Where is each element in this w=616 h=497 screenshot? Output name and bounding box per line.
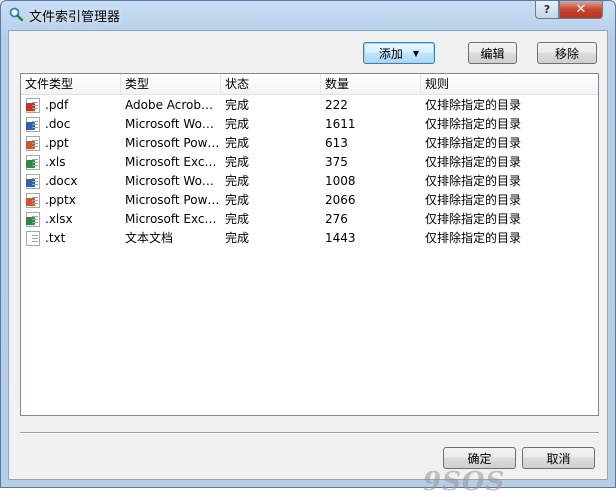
divider (20, 432, 599, 434)
cell-status: 完成 (225, 98, 250, 112)
title-bar[interactable]: 文件索引管理器 ? ✕ (1, 1, 615, 27)
cell-count: 1443 (325, 231, 356, 245)
cell-rule: 仅排除指定的目录 (425, 136, 522, 150)
add-button-label: 添加 (378, 46, 403, 61)
table-row[interactable]: .pdf Adobe Acrob… 完成 222 仅排除指定的目录 (21, 96, 598, 115)
cell-type: Microsoft Wo… (125, 117, 214, 131)
table-row[interactable]: .xlsx Microsoft Exc… 完成 276 仅排除指定的目录 (21, 210, 598, 229)
cell-type: Microsoft Exc… (125, 212, 217, 226)
column-header-count[interactable]: 数量 (321, 74, 421, 95)
help-icon: ? (543, 3, 551, 16)
cell-file-type: .ppt (45, 136, 69, 150)
cell-count: 222 (325, 98, 348, 112)
cell-type: 文本文档 (125, 231, 174, 245)
cell-file-type: .xlsx (45, 212, 73, 226)
table-row[interactable]: .docx Microsoft Wo… 完成 1008 仅排除指定的目录 (21, 172, 598, 191)
cell-status: 完成 (225, 155, 250, 169)
close-button[interactable]: ✕ (559, 1, 603, 19)
cancel-button[interactable]: 取消 (522, 447, 595, 469)
cell-rule: 仅排除指定的目录 (425, 231, 522, 245)
column-header-status[interactable]: 状态 (221, 74, 321, 95)
cell-count: 2066 (325, 193, 356, 207)
column-header-type[interactable]: 类型 (121, 74, 221, 95)
cell-count: 276 (325, 212, 348, 226)
cell-status: 完成 (225, 117, 250, 131)
watermark: 9SOS (423, 467, 506, 497)
cell-count: 1008 (325, 174, 356, 188)
window-title: 文件索引管理器 (29, 10, 121, 25)
table-row[interactable]: .xls Microsoft Exc… 完成 375 仅排除指定的目录 (21, 153, 598, 172)
cell-rule: 仅排除指定的目录 (425, 155, 522, 169)
add-button[interactable]: 添加 ▼ (363, 42, 435, 64)
table-row[interactable]: .pptx Microsoft Pow… 完成 2066 仅排除指定的目录 (21, 191, 598, 210)
cell-status: 完成 (225, 193, 250, 207)
cell-file-type: .pdf (45, 98, 69, 112)
list-header: 文件类型 类型 状态 数量 规则 (21, 74, 598, 95)
dialog-client-area: 添加 ▼ 编辑 移除 文件类型 类型 状态 数量 规则 .pdf Adobe Ac… (8, 30, 608, 497)
search-icon (9, 7, 23, 21)
file-index-manager-window: 文件索引管理器 ? ✕ 添加 ▼ 编辑 移除 文件类型 类型 状态 数量 规则 … (0, 0, 616, 497)
cell-file-type: .doc (45, 117, 71, 131)
column-header-rule[interactable]: 规则 (421, 74, 598, 95)
cell-type: Adobe Acrob… (125, 98, 213, 112)
cell-type: Microsoft Pow… (125, 136, 220, 150)
cell-count: 375 (325, 155, 348, 169)
edit-button[interactable]: 编辑 (468, 42, 517, 64)
remove-button[interactable]: 移除 (537, 42, 597, 64)
chevron-down-icon: ▼ (412, 48, 420, 58)
file-type-list[interactable]: 文件类型 类型 状态 数量 规则 .pdf Adobe Acrob… 完成 222 仅排… (20, 73, 599, 416)
cell-status: 完成 (225, 212, 250, 226)
cell-rule: 仅排除指定的目录 (425, 193, 522, 207)
cell-type: Microsoft Pow… (125, 193, 220, 207)
table-row[interactable]: .txt 文本文档 完成 1443 仅排除指定的目录 (21, 229, 598, 248)
cell-rule: 仅排除指定的目录 (425, 212, 522, 226)
ok-button[interactable]: 确定 (443, 447, 516, 469)
table-row[interactable]: .doc Microsoft Wo… 完成 1611 仅排除指定的目录 (21, 115, 598, 134)
cell-type: Microsoft Exc… (125, 155, 217, 169)
cell-count: 613 (325, 136, 348, 150)
cell-file-type: .docx (45, 174, 78, 188)
table-row[interactable]: .ppt Microsoft Pow… 完成 613 仅排除指定的目录 (21, 134, 598, 153)
cell-count: 1611 (325, 117, 356, 131)
help-button[interactable]: ? (535, 1, 559, 19)
cell-rule: 仅排除指定的目录 (425, 98, 522, 112)
column-header-file-type[interactable]: 文件类型 (21, 74, 121, 95)
cell-type: Microsoft Wo… (125, 174, 214, 188)
cell-file-type: .xls (45, 155, 66, 169)
cell-status: 完成 (225, 174, 250, 188)
cell-file-type: .txt (45, 231, 66, 245)
cell-rule: 仅排除指定的目录 (425, 117, 522, 131)
cell-status: 完成 (225, 231, 250, 245)
cell-rule: 仅排除指定的目录 (425, 174, 522, 188)
close-icon: ✕ (575, 2, 587, 17)
cell-file-type: .pptx (45, 193, 76, 207)
cell-status: 完成 (225, 136, 250, 150)
